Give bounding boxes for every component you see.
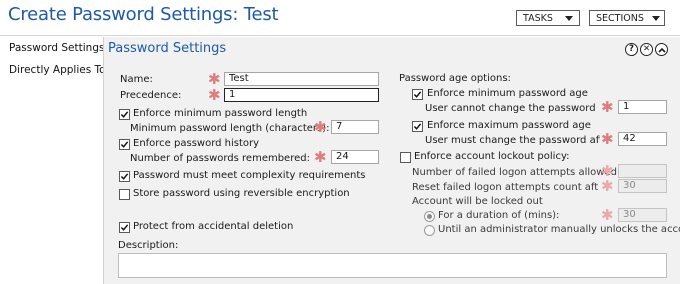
min-age-label: User cannot change the password within..… <box>425 103 598 114</box>
sections-button[interactable]: SECTIONS <box>589 10 665 26</box>
required-asterisk-icon: ✱ <box>314 118 327 136</box>
complexity-label: Password must meet complexity requiremen… <box>133 170 366 181</box>
until-admin-label: Until an administrator manually unlocks … <box>438 224 680 235</box>
required-asterisk-icon: ✱ <box>601 206 614 224</box>
name-input[interactable]: Test <box>224 72 379 86</box>
enforce-lockout-label: Enforce account lockout policy: <box>414 151 570 162</box>
required-asterisk-icon: ✱ <box>208 86 221 104</box>
name-label: Name: <box>120 74 153 85</box>
required-asterisk-icon: ✱ <box>601 98 614 116</box>
nav-item-directly-applies-to[interactable]: Directly Applies To <box>9 64 106 76</box>
checkmark-icon <box>413 123 422 130</box>
checkmark-icon <box>413 91 422 98</box>
precedence-input[interactable]: 1 <box>224 88 379 102</box>
enforce-lockout-checkbox[interactable] <box>400 152 411 163</box>
checkmark-icon <box>120 173 129 180</box>
min-length-label: Minimum password length (characters): <box>130 123 330 134</box>
help-icon[interactable]: ? <box>625 43 638 56</box>
enforce-min-age-checkbox[interactable] <box>412 89 423 100</box>
min-age-input[interactable]: 1 <box>618 100 667 114</box>
enforce-min-length-checkbox[interactable] <box>119 109 130 120</box>
checkmark-icon <box>120 141 129 148</box>
reset-count-input[interactable]: 30 <box>618 179 667 193</box>
locked-out-label: Account will be locked out <box>412 196 543 207</box>
password-age-heading: Password age options: <box>399 73 511 84</box>
close-icon[interactable]: ✕ <box>640 43 653 56</box>
failed-attempts-label: Number of failed logon attempts allowed: <box>412 167 621 178</box>
complexity-checkbox[interactable] <box>119 171 130 182</box>
until-admin-radio[interactable] <box>424 225 435 236</box>
enforce-max-age-checkbox[interactable] <box>412 121 423 132</box>
header-divider <box>0 35 680 36</box>
checkmark-icon <box>120 224 129 231</box>
reversible-encryption-checkbox[interactable] <box>119 189 130 200</box>
collapse-icon[interactable] <box>655 43 668 56</box>
enforce-max-age-label: Enforce maximum password age <box>427 120 591 131</box>
enforce-min-age-label: Enforce minimum password age <box>427 88 588 99</box>
enforce-history-label: Enforce password history <box>133 138 260 149</box>
min-length-input[interactable]: 7 <box>331 120 379 134</box>
history-count-label: Number of passwords remembered: <box>130 153 310 164</box>
required-asterisk-icon: ✱ <box>314 148 327 166</box>
failed-attempts-input[interactable] <box>618 164 667 178</box>
required-asterisk-icon: ✱ <box>601 177 614 195</box>
nav-item-password-settings[interactable]: Password Settings <box>9 42 104 54</box>
duration-label: For a duration of (mins): <box>438 210 560 221</box>
description-textarea[interactable] <box>118 253 667 278</box>
enforce-min-length-label: Enforce minimum password length <box>133 108 308 119</box>
max-age-input[interactable]: 42 <box>618 132 667 146</box>
reset-count-label: Reset failed logon attempts count after … <box>412 182 598 193</box>
chevron-down-icon <box>651 15 660 21</box>
panel-title: Password Settings <box>108 41 227 56</box>
duration-radio[interactable] <box>424 211 435 222</box>
reversible-encryption-label: Store password using reversible encrypti… <box>133 188 350 199</box>
chevron-down-icon <box>565 15 573 21</box>
protect-deletion-checkbox[interactable] <box>119 222 130 233</box>
description-label: Description: <box>118 240 179 251</box>
enforce-history-checkbox[interactable] <box>119 139 130 150</box>
duration-input[interactable]: 30 <box>618 208 667 222</box>
protect-deletion-label: Protect from accidental deletion <box>133 221 294 232</box>
required-asterisk-icon: ✱ <box>601 130 614 148</box>
page-title: Create Password Settings: Test <box>8 4 279 25</box>
tasks-button[interactable]: TASKS <box>516 10 580 26</box>
precedence-label: Precedence: <box>120 90 182 101</box>
sections-button-label: SECTIONS <box>596 12 644 24</box>
required-asterisk-icon: ✱ <box>208 70 221 88</box>
history-count-input[interactable]: 24 <box>331 150 379 164</box>
checkmark-icon <box>120 111 129 118</box>
tasks-button-label: TASKS <box>523 12 553 24</box>
max-age-label: User must change the password after (da.… <box>425 135 600 146</box>
